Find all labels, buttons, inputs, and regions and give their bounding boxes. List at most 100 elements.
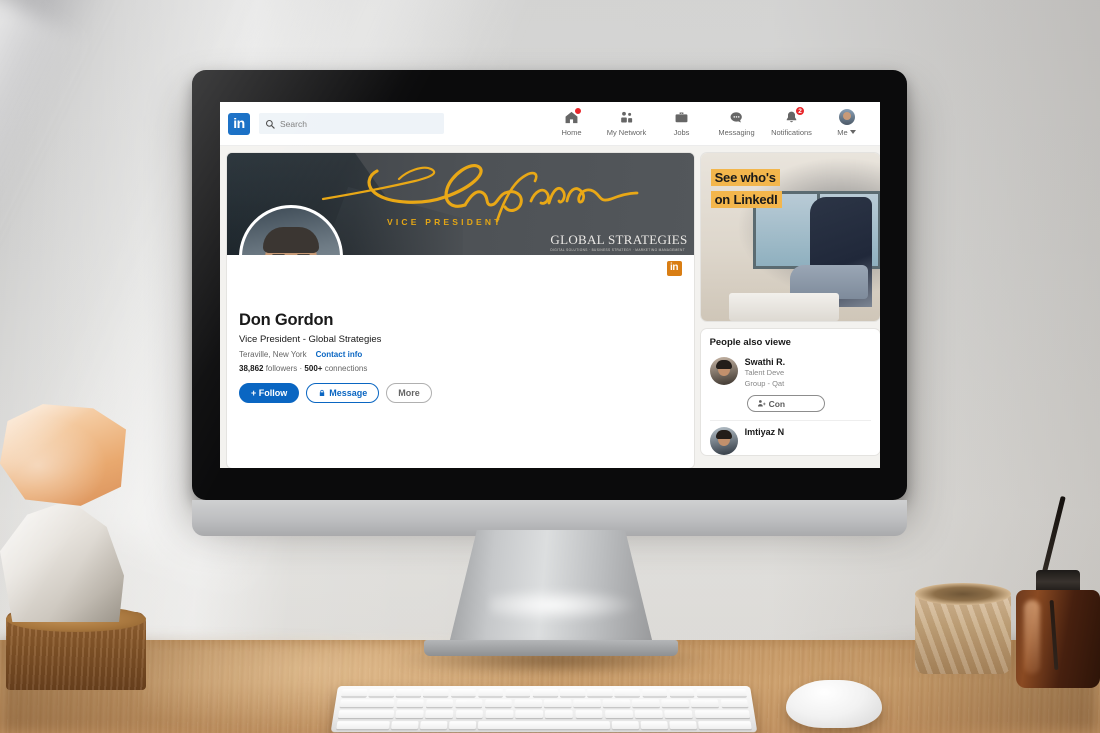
chevron-down-icon bbox=[849, 130, 856, 134]
search-input[interactable]: Search bbox=[259, 113, 444, 134]
monitor-stand-foot bbox=[424, 640, 678, 656]
bell-icon: 2 bbox=[784, 105, 805, 126]
keyboard-row bbox=[341, 688, 747, 697]
ad-card[interactable]: See who's on LinkedI bbox=[700, 153, 880, 321]
profile-stats: 38,862 followers · 500+ connections bbox=[239, 364, 682, 373]
message-icon bbox=[729, 109, 744, 126]
profile-location: Teraville, New York bbox=[239, 350, 307, 359]
nav-label-my-network: My Network bbox=[606, 127, 647, 137]
profile-banner[interactable]: VICE PRESIDENT GLOBAL STRATEGIES DIGITAL… bbox=[227, 153, 694, 255]
avatar-brow-left bbox=[272, 254, 285, 255]
avatar bbox=[709, 427, 738, 456]
avatar-face bbox=[263, 227, 319, 255]
avatar-hair bbox=[263, 227, 319, 253]
list-item-text: Swathi R. Talent Deve Group - Qat bbox=[745, 357, 786, 389]
connections-label: connections bbox=[324, 364, 368, 373]
ad-laptop bbox=[728, 293, 839, 321]
ad-headline-line1: See who's bbox=[710, 169, 780, 186]
connect-button[interactable]: Con bbox=[746, 395, 825, 413]
people-also-viewed-title: People also viewe bbox=[709, 337, 791, 348]
page-body: VICE PRESIDENT GLOBAL STRATEGIES DIGITAL… bbox=[220, 146, 880, 468]
person-name: Imtiyaz N bbox=[744, 427, 785, 438]
keyboard-row bbox=[339, 699, 749, 708]
company-logo: GLOBAL STRATEGIES DIGITAL SOLUTIONS · BU… bbox=[530, 233, 687, 252]
mouse[interactable] bbox=[786, 680, 882, 728]
connect-button-label: Con bbox=[768, 398, 786, 409]
nav-item-jobs[interactable]: Jobs bbox=[654, 109, 709, 139]
keyboard[interactable] bbox=[330, 686, 758, 733]
briefcase-icon bbox=[674, 109, 689, 126]
list-item[interactable]: Swathi R. Talent Deve Group - Qat bbox=[701, 354, 880, 389]
network-icon bbox=[619, 109, 634, 126]
more-button[interactable]: More bbox=[386, 383, 432, 403]
avatar-brow-right bbox=[297, 254, 310, 255]
nav-item-home[interactable]: Home bbox=[544, 106, 599, 139]
linkedin-badge-icon: in bbox=[666, 261, 682, 276]
linkedin-navbar: in Search Home My Network Jobs Messaging… bbox=[220, 102, 880, 146]
profile-info: in Don Gordon Vice President - Global St… bbox=[227, 255, 694, 415]
diffuser-highlight bbox=[1024, 600, 1040, 674]
search-placeholder: Search bbox=[280, 118, 307, 129]
follow-button-label: + Follow bbox=[251, 388, 288, 398]
message-button[interactable]: Message bbox=[306, 383, 380, 403]
ad-headline-line2: on LinkedI bbox=[710, 191, 782, 208]
person-name: Swathi R. bbox=[744, 357, 786, 367]
home-badge bbox=[574, 106, 582, 115]
person-subtitle-1: Talent Deve bbox=[744, 368, 785, 377]
avatar-spacer bbox=[239, 265, 682, 311]
profile-name: Don Gordon bbox=[239, 311, 334, 329]
screen: in Search Home My Network Jobs Messaging… bbox=[220, 102, 880, 468]
nav-label-jobs: Jobs bbox=[673, 127, 690, 137]
followers-label: followers bbox=[265, 364, 298, 373]
company-logo-text: GLOBAL STRATEGIES DIGITAL SOLUTIONS · BU… bbox=[550, 233, 687, 252]
keyboard-row bbox=[336, 720, 752, 730]
contact-info-link[interactable]: Contact info bbox=[316, 350, 363, 359]
monitor-stand-highlight bbox=[490, 588, 640, 622]
person-plus-icon bbox=[757, 400, 766, 407]
profile-location-row: Teraville, New York Contact info bbox=[239, 350, 682, 359]
list-item[interactable]: Imtiyaz N bbox=[701, 421, 880, 456]
nav-label-notifications: Notifications bbox=[771, 127, 812, 137]
desk-scene: in Search Home My Network Jobs Messaging… bbox=[0, 0, 1100, 733]
avatar-hair bbox=[715, 360, 732, 369]
banner-subtitle: VICE PRESIDENT bbox=[387, 217, 503, 227]
stats-separator: · bbox=[299, 364, 303, 373]
nav-item-me[interactable]: Me bbox=[819, 109, 874, 139]
nav-label-home: Home bbox=[561, 127, 582, 137]
list-item-text: Imtiyaz N bbox=[745, 427, 785, 455]
avatar-hair bbox=[715, 430, 732, 440]
profile-card: VICE PRESIDENT GLOBAL STRATEGIES DIGITAL… bbox=[227, 153, 694, 468]
company-name: GLOBAL STRATEGIES bbox=[550, 232, 688, 247]
imac-monitor: in Search Home My Network Jobs Messaging… bbox=[192, 70, 907, 500]
onyx-vessel-rim bbox=[915, 583, 1011, 605]
company-logo-mark bbox=[530, 234, 547, 251]
linkedin-logo[interactable]: in bbox=[228, 112, 250, 135]
nav-items: Home My Network Jobs Messaging 2 Notific… bbox=[544, 105, 874, 139]
follow-button[interactable]: + Follow bbox=[239, 383, 300, 403]
company-tagline: DIGITAL SOLUTIONS · BUSINESS STRATEGY · … bbox=[550, 248, 685, 252]
nav-label-me: Me bbox=[837, 127, 848, 137]
keyboard-keys bbox=[336, 688, 752, 730]
keyboard-row bbox=[337, 709, 751, 719]
profile-headline: Vice President - Global Strategies bbox=[239, 334, 382, 345]
avatar bbox=[709, 357, 738, 385]
nav-label-me-row: Me bbox=[837, 127, 856, 137]
home-icon bbox=[564, 106, 582, 126]
sidebar: See who's on LinkedI People also viewe S… bbox=[700, 153, 880, 468]
nav-item-my-network[interactable]: My Network bbox=[599, 109, 654, 139]
me-avatar-icon bbox=[838, 109, 855, 126]
profile-actions: + Follow Message More bbox=[239, 383, 682, 403]
more-button-label: More bbox=[398, 388, 420, 398]
nav-item-messaging[interactable]: Messaging bbox=[709, 109, 764, 139]
message-button-label: Message bbox=[329, 388, 368, 398]
avatar-head bbox=[263, 227, 319, 255]
signature-graphic bbox=[319, 159, 639, 225]
search-icon bbox=[265, 119, 275, 129]
person-subtitle-2: Group - Qat bbox=[744, 379, 785, 389]
nav-label-messaging: Messaging bbox=[718, 127, 755, 137]
people-also-viewed-card: People also viewe Swathi R. Talent Deve … bbox=[700, 329, 880, 456]
notifications-badge: 2 bbox=[795, 105, 805, 116]
followers-count: 38,862 bbox=[239, 364, 264, 373]
lock-icon bbox=[320, 389, 325, 396]
nav-item-notifications[interactable]: 2 Notifications bbox=[764, 105, 819, 139]
